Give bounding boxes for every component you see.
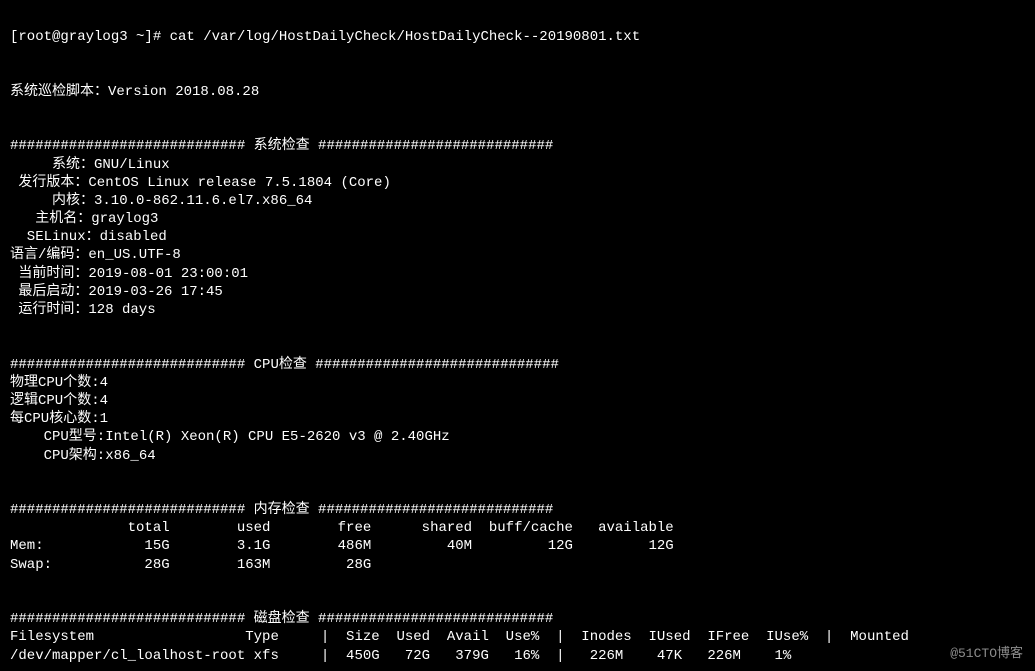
sys-kernel-line: 内核：3.10.0-862.11.6.el7.x86_64 <box>10 193 312 209</box>
disk-columns-line: Filesystem Type | Size Used Avail Use% |… <box>10 629 909 645</box>
shell-prompt-line: [root@graylog3 ~]# cat /var/log/HostDail… <box>10 29 640 45</box>
mem-row-line: Mem: 15G 3.1G 486M 40M 12G 12G <box>10 538 674 554</box>
sys-os-line: 系统：GNU/Linux <box>10 157 170 173</box>
sys-uptime-line: 运行时间：128 days <box>10 302 156 318</box>
swap-row-line: Swap: 28G 163M 28G <box>10 557 371 573</box>
sys-lastboot-line: 最后启动：2019-03-26 17:45 <box>10 284 223 300</box>
mem-columns-line: total used free shared buff/cache availa… <box>10 520 674 536</box>
sys-curtime-line: 当前时间：2019-08-01 23:00:01 <box>10 266 248 282</box>
disk-row-line: /dev/mapper/cl_loalhost-root xfs | 450G … <box>10 648 791 664</box>
script-version-line: 系统巡检脚本：Version 2018.08.28 <box>10 84 259 100</box>
cpu-arch-line: CPU架构:x86_64 <box>10 448 156 464</box>
cpu-physical-line: 物理CPU个数:4 <box>10 375 108 391</box>
sys-release-line: 发行版本：CentOS Linux release 7.5.1804 (Core… <box>10 175 391 191</box>
sys-locale-line: 语言/编码：en_US.UTF-8 <box>10 247 181 263</box>
cpu-model-line: CPU型号:Intel(R) Xeon(R) CPU E5-2620 v3 @ … <box>10 429 450 445</box>
cpu-logical-line: 逻辑CPU个数:4 <box>10 393 108 409</box>
sys-hostname-line: 主机名：graylog3 <box>10 211 158 227</box>
section-header-disk: ############################ 磁盘检查 ######… <box>10 611 553 627</box>
sys-selinux-line: SELinux：disabled <box>10 229 167 245</box>
section-header-system: ############################ 系统检查 ######… <box>10 138 553 154</box>
section-header-cpu: ############################ CPU检查 #####… <box>10 357 559 373</box>
section-header-memory: ############################ 内存检查 ######… <box>10 502 553 518</box>
watermark-text: @51CTO博客 <box>950 646 1023 663</box>
cpu-cores-line: 每CPU核心数:1 <box>10 411 108 427</box>
terminal-output: [root@graylog3 ~]# cat /var/log/HostDail… <box>10 10 1025 665</box>
